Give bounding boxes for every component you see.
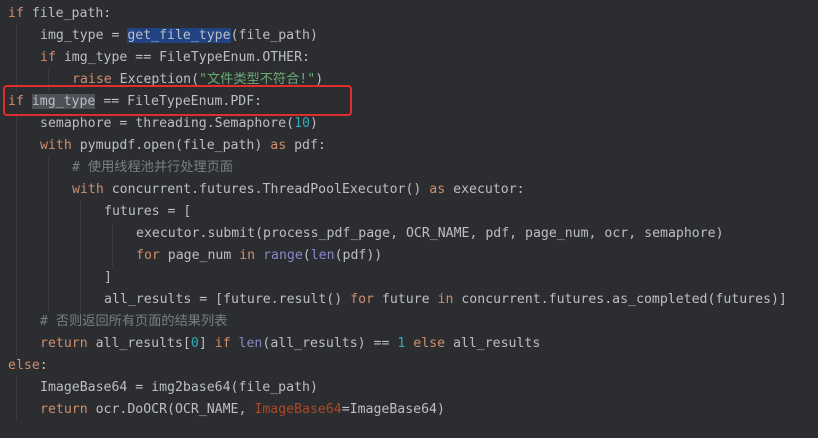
code-line[interactable]: ImageBase64 = img2base64(file_path) xyxy=(40,377,318,399)
code-token: page_num xyxy=(159,248,240,263)
code-token: return xyxy=(40,336,88,351)
code-token: # 使用线程池并行处理页面 xyxy=(72,160,233,175)
code-token: == FileTypeEnum.PDF: xyxy=(95,94,263,109)
code-token: (file_path) xyxy=(230,28,318,43)
code-line[interactable]: raise Exception("文件类型不符合!") xyxy=(72,69,323,91)
code-line[interactable]: all_results = [future.result() for futur… xyxy=(104,289,787,311)
code-token: all_results[ xyxy=(87,336,191,351)
code-token: as xyxy=(270,138,287,153)
indent-guide xyxy=(16,113,17,355)
code-line[interactable]: futures = [ xyxy=(104,201,191,223)
code-line[interactable]: return ocr.DoOCR(OCR_NAME, ImageBase64=I… xyxy=(40,399,445,421)
code-token: ImageBase64 = img2base64(file_path) xyxy=(40,380,318,395)
code-token: with xyxy=(72,182,104,197)
code-line[interactable]: if file_path: xyxy=(8,3,111,25)
code-token: # 否则返回所有页面的结果列表 xyxy=(40,314,228,329)
code-line[interactable]: img_type = get_file_type(file_path) xyxy=(40,25,318,47)
code-token: in xyxy=(239,248,256,263)
code-token: for xyxy=(136,248,160,263)
indent-guide xyxy=(80,201,81,311)
code-token: else xyxy=(8,358,40,373)
code-token: all_results = [future.result() xyxy=(104,292,351,307)
code-token: file_path: xyxy=(23,6,112,21)
code-line[interactable]: executor.submit(process_pdf_page, OCR_NA… xyxy=(136,223,724,245)
code-line[interactable]: with concurrent.futures.ThreadPoolExecut… xyxy=(72,179,525,201)
code-token: img_type xyxy=(31,94,96,109)
code-token: executor.submit(process_pdf_page, OCR_NA… xyxy=(136,226,724,241)
code-token: (pdf)) xyxy=(334,248,383,263)
code-token: ] xyxy=(104,270,112,285)
code-token: future xyxy=(373,292,438,307)
code-token: ] xyxy=(198,336,215,351)
code-token: ( xyxy=(302,248,311,263)
code-token: Exception( xyxy=(111,72,200,87)
code-token: len xyxy=(238,336,263,351)
code-token: img_type = xyxy=(40,28,128,43)
code-token: ocr.DoOCR(OCR_NAME, xyxy=(87,402,255,417)
code-token: : xyxy=(39,358,48,373)
code-token: ImageBase64 xyxy=(254,402,342,417)
code-editor[interactable]: if file_path: img_type = get_file_type(fi… xyxy=(0,0,818,438)
code-line[interactable]: # 使用线程池并行处理页面 xyxy=(72,157,233,179)
code-token: (all_results) == xyxy=(262,336,398,351)
code-token: all_results xyxy=(445,336,541,351)
code-token: with xyxy=(40,138,72,153)
code-token: pdf: xyxy=(286,138,326,153)
code-token: as xyxy=(429,182,446,197)
code-token: if xyxy=(40,50,56,65)
code-token: len xyxy=(310,248,335,263)
code-token: "文件类型不符合!" xyxy=(199,72,316,87)
indent-guide xyxy=(16,377,17,421)
code-token: 10 xyxy=(294,116,310,131)
indent-guide xyxy=(16,25,17,91)
code-line[interactable]: if img_type == FileTypeEnum.PDF: xyxy=(8,91,262,113)
code-token: ) xyxy=(315,72,324,87)
code-line[interactable]: semaphore = threading.Semaphore(10) xyxy=(40,113,318,135)
code-token: in xyxy=(437,292,454,307)
code-line[interactable]: # 否则返回所有页面的结果列表 xyxy=(40,311,227,333)
code-token: =ImageBase64) xyxy=(341,402,445,417)
code-token: if xyxy=(8,6,24,21)
code-token: executor: xyxy=(445,182,525,197)
code-token: if xyxy=(8,94,24,109)
code-token: semaphore = threading.Semaphore( xyxy=(40,116,295,131)
code-token: get_file_type xyxy=(127,28,231,43)
code-token: for xyxy=(350,292,374,307)
code-token: return xyxy=(40,402,88,417)
code-token: concurrent.futures.ThreadPoolExecutor() xyxy=(103,182,430,197)
code-token: else xyxy=(413,336,446,351)
code-token: raise xyxy=(72,72,112,87)
code-token: futures = [ xyxy=(104,204,192,219)
code-token: pymupdf.open(file_path) xyxy=(71,138,271,153)
code-line[interactable]: return all_results[0] if len(all_results… xyxy=(40,333,540,355)
indent-guide xyxy=(48,69,49,91)
code-token: range xyxy=(263,248,303,263)
code-token: ) xyxy=(309,116,318,131)
code-token: 0 xyxy=(190,336,199,351)
code-token: if xyxy=(214,336,231,351)
code-line[interactable]: else: xyxy=(8,355,48,377)
code-line[interactable]: if img_type == FileTypeEnum.OTHER: xyxy=(40,47,310,69)
code-token: img_type == FileTypeEnum.OTHER: xyxy=(55,50,310,65)
code-token: concurrent.futures.as_completed(futures)… xyxy=(453,292,787,307)
code-line[interactable]: for page_num in range(len(pdf)) xyxy=(136,245,382,267)
code-line[interactable]: with pymupdf.open(file_path) as pdf: xyxy=(40,135,326,157)
indent-guide xyxy=(112,223,113,267)
indent-guide xyxy=(48,157,49,311)
code-line[interactable]: ] xyxy=(104,267,112,289)
